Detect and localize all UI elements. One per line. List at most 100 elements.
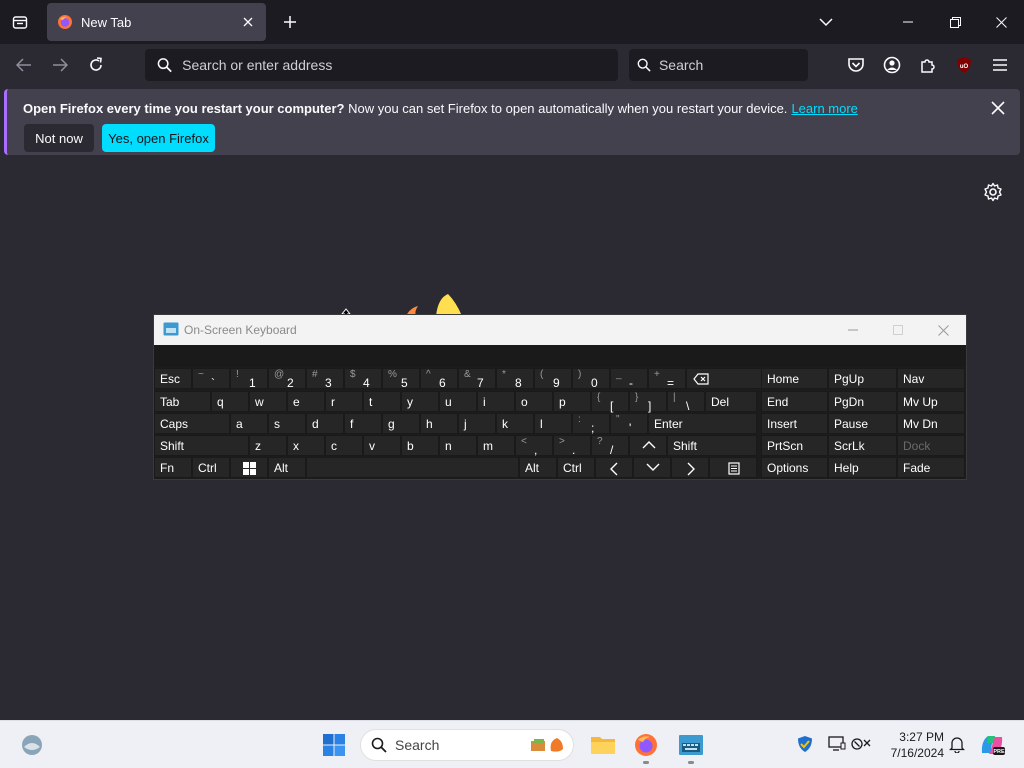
key-sym4-2[interactable]: ? /	[591, 435, 629, 457]
key-g[interactable]: g	[382, 413, 420, 434]
key-ctrl-right[interactable]: Ctrl	[557, 457, 595, 478]
key-fn[interactable]: Fn	[154, 457, 192, 478]
key-sym3-1[interactable]: " '	[610, 413, 648, 435]
key-up-arrow[interactable]	[629, 435, 667, 456]
key-nav[interactable]: Nav	[897, 368, 965, 389]
key-scrlk[interactable]: ScrLk	[828, 435, 897, 456]
key-alt-right[interactable]: Alt	[519, 457, 557, 478]
key-o[interactable]: o	[515, 391, 553, 412]
key-windows[interactable]	[230, 457, 268, 478]
key-0[interactable]: ) 0	[572, 368, 610, 390]
key-s[interactable]: s	[268, 413, 306, 434]
key-f[interactable]: f	[344, 413, 382, 434]
windows-start-icon[interactable]	[318, 729, 350, 761]
key-insert[interactable]: Insert	[761, 413, 828, 434]
osk-minimize-icon[interactable]	[831, 315, 875, 345]
new-tab-plus-icon[interactable]	[279, 11, 301, 33]
key-t[interactable]: t	[363, 391, 401, 412]
firefox-view-icon[interactable]	[8, 10, 32, 34]
key-5[interactable]: % 5	[382, 368, 420, 390]
key-help[interactable]: Help	[828, 457, 897, 478]
key-a[interactable]: a	[230, 413, 268, 434]
osk-title-bar[interactable]: On-Screen Keyboard	[154, 315, 966, 345]
key-left-arrow[interactable]	[595, 457, 633, 478]
taskbar-search-box[interactable]: Search	[360, 729, 574, 761]
system-clock[interactable]: 3:27 PM 7/16/2024	[880, 729, 944, 761]
key-v[interactable]: v	[363, 435, 401, 456]
key-h[interactable]: h	[420, 413, 458, 434]
key-n[interactable]: n	[439, 435, 477, 456]
key-pgdn[interactable]: PgDn	[828, 391, 897, 412]
search-input[interactable]	[658, 57, 808, 73]
key-9[interactable]: (9	[534, 368, 572, 390]
key-space[interactable]	[306, 457, 519, 478]
key-k[interactable]: k	[496, 413, 534, 434]
key-sym-1[interactable]: }]	[629, 391, 667, 413]
key-2[interactable]: @2	[268, 368, 306, 390]
key-m[interactable]: m	[477, 435, 515, 456]
key-b[interactable]: b	[401, 435, 439, 456]
reload-icon[interactable]	[83, 53, 109, 77]
key-p[interactable]: p	[553, 391, 591, 412]
key-l[interactable]: l	[534, 413, 572, 434]
ublock-origin-icon[interactable]: uO	[953, 54, 975, 76]
key-options[interactable]: Options	[761, 457, 828, 478]
key-sym3-0[interactable]: :;	[572, 413, 610, 435]
address-bar[interactable]	[145, 49, 618, 81]
key-shift-right[interactable]: Shift	[667, 435, 757, 456]
windows-security-shield-icon[interactable]	[794, 733, 816, 755]
key-dock[interactable]: Dock	[897, 435, 965, 456]
forward-arrow-icon[interactable]	[47, 53, 73, 77]
key-mv-up[interactable]: Mv Up	[897, 391, 965, 412]
key-i[interactable]: i	[477, 391, 515, 412]
key-x[interactable]: x	[287, 435, 325, 456]
key-4[interactable]: $4	[344, 368, 382, 390]
osk-close-icon[interactable]	[921, 315, 965, 345]
close-icon[interactable]	[989, 99, 1007, 117]
key-`[interactable]: ~ `	[192, 368, 230, 390]
key-y[interactable]: y	[401, 391, 439, 412]
display-icon[interactable]	[826, 733, 848, 755]
app-menu-hamburger-icon[interactable]	[989, 54, 1011, 76]
key--[interactable]: _ -	[610, 368, 648, 390]
key-menu[interactable]	[709, 457, 757, 478]
extensions-puzzle-icon[interactable]	[917, 54, 939, 76]
key-=[interactable]: + =	[648, 368, 686, 390]
key-6[interactable]: ^ 6	[420, 368, 458, 390]
gear-icon[interactable]	[983, 182, 1003, 202]
yes-open-firefox-button[interactable]: Yes, open Firefox	[102, 124, 215, 152]
close-tab-icon[interactable]	[240, 14, 256, 30]
key-del[interactable]: Del	[705, 391, 757, 412]
list-all-tabs-chevron-down-icon[interactable]	[816, 12, 836, 32]
key-j[interactable]: j	[458, 413, 496, 434]
key-alt-left[interactable]: Alt	[268, 457, 306, 478]
key-r[interactable]: r	[325, 391, 363, 412]
key-w[interactable]: w	[249, 391, 287, 412]
key-z[interactable]: z	[249, 435, 287, 456]
not-now-button[interactable]: Not now	[24, 124, 94, 152]
learn-more-link[interactable]: Learn more	[791, 101, 857, 116]
key-tab[interactable]: Tab	[154, 391, 211, 412]
key-caps[interactable]: Caps	[154, 413, 230, 434]
key-pgup[interactable]: PgUp	[828, 368, 897, 389]
key-right-arrow[interactable]	[671, 457, 709, 478]
key-fade[interactable]: Fade	[897, 457, 965, 478]
network-disconnected-icon[interactable]	[851, 733, 873, 755]
key-home[interactable]: Home	[761, 368, 828, 389]
firefox-taskbar-icon[interactable]	[630, 729, 662, 761]
close-window-icon[interactable]	[978, 0, 1024, 44]
key-sym-2[interactable]: | \	[667, 391, 705, 413]
key-q[interactable]: q	[211, 391, 249, 412]
back-arrow-icon[interactable]	[11, 53, 37, 77]
osk-maximize-icon[interactable]	[876, 315, 920, 345]
key-end[interactable]: End	[761, 391, 828, 412]
key-pause[interactable]: Pause	[828, 413, 897, 434]
tab-new-tab[interactable]: New Tab	[47, 3, 266, 41]
key-esc[interactable]: Esc	[154, 368, 192, 389]
key-down-arrow[interactable]	[633, 457, 671, 478]
key-prtscn[interactable]: PrtScn	[761, 435, 828, 456]
restore-window-icon[interactable]	[932, 0, 978, 44]
key-sym4-1[interactable]: >.	[553, 435, 591, 457]
on-screen-keyboard-taskbar-icon[interactable]	[675, 729, 707, 761]
key-8[interactable]: * 8	[496, 368, 534, 390]
